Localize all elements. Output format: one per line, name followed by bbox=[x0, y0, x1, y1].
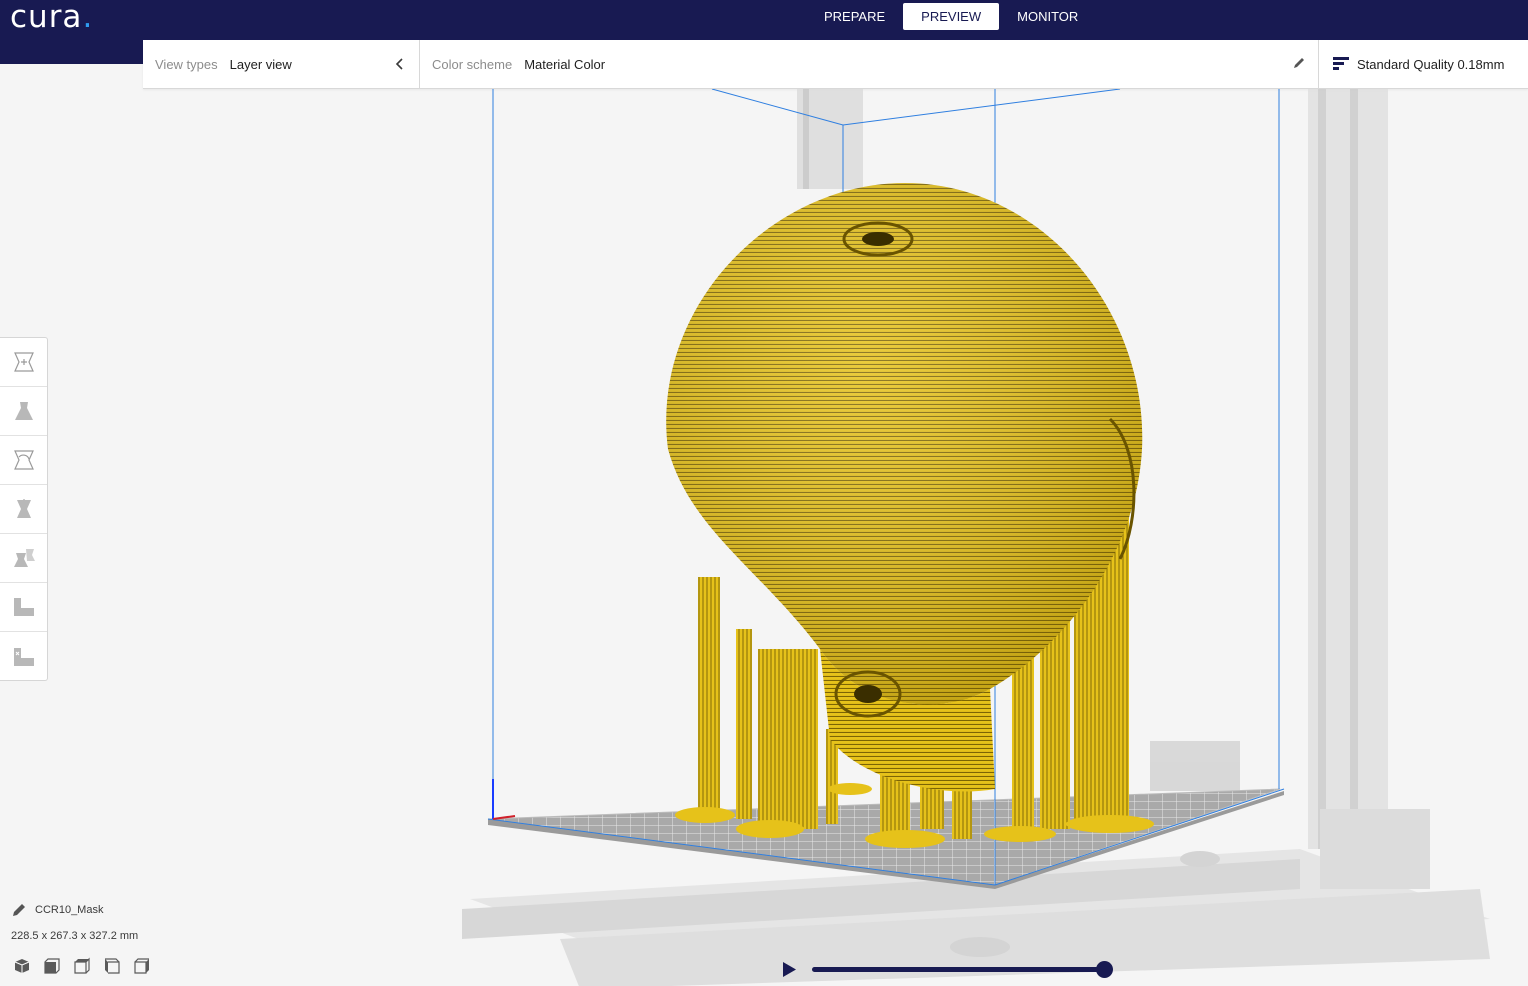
object-dimensions: 228.5 x 267.3 x 327.2 mm bbox=[11, 930, 139, 942]
move-tool-button[interactable] bbox=[0, 338, 47, 387]
print-settings-button[interactable]: Standard Quality 0.18mm bbox=[1319, 40, 1528, 88]
stage-bar: PREPARE PREVIEW MONITOR bbox=[0, 0, 1528, 40]
scale-icon bbox=[14, 402, 33, 420]
camera-views bbox=[13, 957, 151, 975]
tab-monitor[interactable]: MONITOR bbox=[999, 3, 1096, 30]
layer-slider-track[interactable] bbox=[812, 967, 1104, 972]
left-view-icon[interactable] bbox=[103, 957, 121, 975]
view-types-selector[interactable]: View types Layer view bbox=[143, 40, 420, 88]
view-options-bar: View types Layer view Color scheme Mater… bbox=[143, 40, 1528, 89]
chevron-left-icon[interactable] bbox=[393, 57, 407, 71]
custom-supports-icon bbox=[13, 647, 34, 666]
pencil-icon[interactable] bbox=[1292, 56, 1306, 70]
stage-tabs: PREPARE PREVIEW MONITOR bbox=[806, 3, 1096, 30]
tool-panel bbox=[0, 337, 48, 681]
tab-preview[interactable]: PREVIEW bbox=[903, 3, 1000, 30]
support-blocker-icon bbox=[13, 598, 34, 616]
logo-area: cura. bbox=[0, 0, 143, 64]
quality-label: Standard Quality 0.18mm bbox=[1357, 56, 1505, 72]
per-model-settings-button[interactable] bbox=[0, 534, 47, 583]
color-scheme-value: Material Color bbox=[524, 56, 606, 72]
tab-prepare[interactable]: PREPARE bbox=[806, 3, 903, 30]
mirror-icon bbox=[16, 499, 31, 519]
cura-logo: cura. bbox=[10, 0, 94, 35]
3d-view-icon[interactable] bbox=[13, 957, 31, 975]
print-settings-icon bbox=[1333, 57, 1349, 70]
support-blocker-button[interactable] bbox=[0, 583, 47, 632]
top-view-icon[interactable] bbox=[73, 957, 91, 975]
view-types-value: Layer view bbox=[229, 56, 292, 72]
rotate-tool-button[interactable] bbox=[0, 436, 47, 485]
play-icon[interactable] bbox=[781, 961, 797, 978]
layer-slider-handle[interactable] bbox=[1095, 961, 1113, 978]
mirror-tool-button[interactable] bbox=[0, 485, 47, 534]
view-types-label: View types bbox=[155, 56, 218, 72]
color-scheme-selector[interactable]: Color scheme Material Color bbox=[420, 40, 1319, 88]
rotate-icon bbox=[13, 450, 34, 470]
pencil-icon[interactable] bbox=[11, 902, 27, 918]
custom-supports-button[interactable] bbox=[0, 632, 47, 681]
move-icon bbox=[13, 352, 34, 372]
3d-viewport[interactable] bbox=[0, 89, 1528, 986]
object-info: CCR10_Mask 228.5 x 267.3 x 327.2 mm bbox=[11, 902, 138, 942]
object-name[interactable]: CCR10_Mask bbox=[35, 904, 103, 916]
scale-tool-button[interactable] bbox=[0, 387, 47, 436]
right-view-icon[interactable] bbox=[133, 957, 151, 975]
front-view-icon[interactable] bbox=[43, 957, 61, 975]
per-model-settings-icon bbox=[13, 549, 35, 567]
object-name-row: CCR10_Mask bbox=[11, 902, 138, 918]
color-scheme-label: Color scheme bbox=[432, 56, 513, 72]
